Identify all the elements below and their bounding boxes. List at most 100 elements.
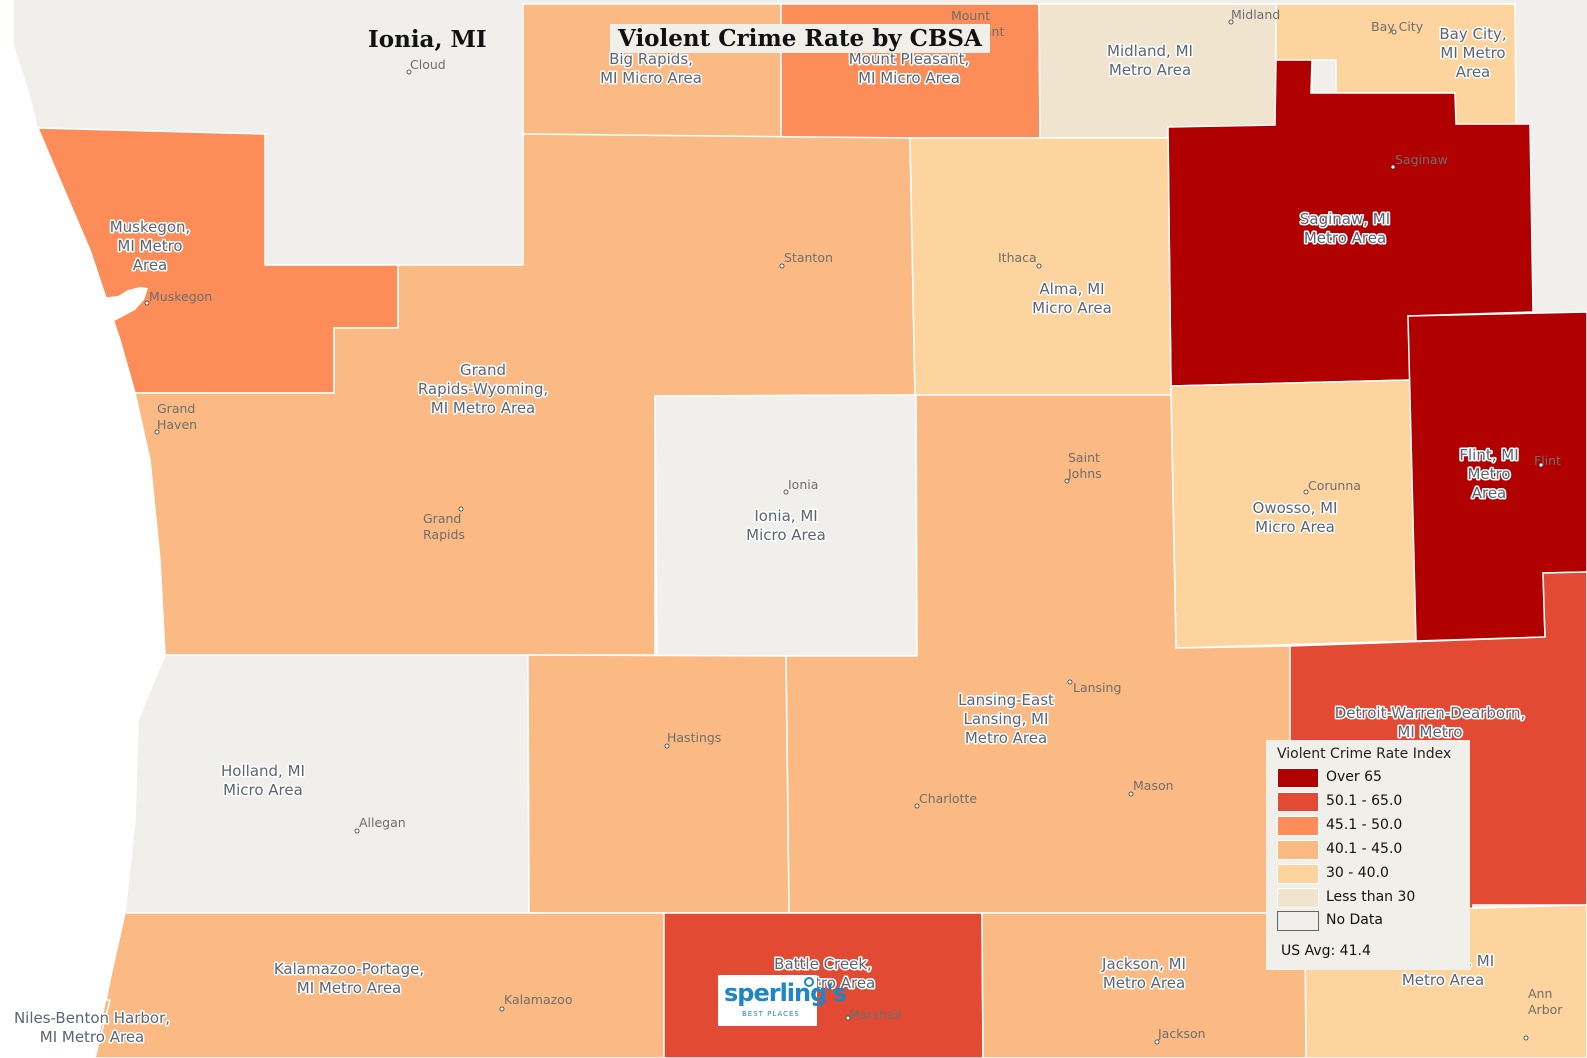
city-label: Hastings xyxy=(667,730,721,745)
city-marker[interactable]: Grand Rapids xyxy=(423,506,465,542)
legend-item-lt-30: Less than 30 xyxy=(1277,888,1467,910)
city-label: Stanton xyxy=(784,250,833,265)
city-label-line: Grand xyxy=(423,511,461,526)
legend-label: No Data xyxy=(1326,912,1383,928)
legend-item-30-40: 30 - 40.0 xyxy=(1277,864,1467,886)
city-label: Saginaw xyxy=(1395,152,1448,167)
city-marker[interactable]: Midland xyxy=(1228,7,1280,25)
city-marker[interactable]: Muskegon xyxy=(144,289,212,306)
legend-swatch xyxy=(1277,911,1319,931)
city-marker[interactable]: Ionia xyxy=(783,477,818,495)
area-label-line: MI Micro Area xyxy=(858,69,960,87)
city-label-line: Haven xyxy=(157,417,197,432)
city-label: Bay City xyxy=(1371,19,1424,34)
city-marker[interactable]: Bay City xyxy=(1371,19,1424,35)
city-marker[interactable]: Flint xyxy=(1534,453,1561,468)
city-label-line: Saginaw xyxy=(1395,152,1448,167)
city-marker[interactable]: Corunna xyxy=(1303,478,1361,495)
city-marker[interactable]: Grand Haven xyxy=(154,401,197,435)
city-label-line: Bay City xyxy=(1371,19,1424,34)
area-label-line: Metro Area xyxy=(1103,974,1185,992)
area-label-line: Area xyxy=(1456,63,1491,81)
city-label: Allegan xyxy=(359,815,406,830)
city-label-line: Mason xyxy=(1133,778,1174,793)
area-label-line: Lansing-East xyxy=(958,691,1054,709)
city-marker[interactable]: Saginaw xyxy=(1390,152,1448,170)
city-label: Flint xyxy=(1534,453,1561,468)
area-label-line: Bay City, xyxy=(1439,25,1506,43)
area-label: Alma, MI Micro Area xyxy=(1032,280,1112,317)
area-label-line: Holland, MI xyxy=(221,762,305,780)
area-label-line: Ionia, MI xyxy=(754,507,817,525)
us-average: US Avg: 41.4 xyxy=(1281,943,1371,959)
logo-tagline: BEST PLACES xyxy=(742,1010,800,1018)
area-label-line: Detroit-Warren-Dearborn, xyxy=(1335,704,1526,722)
legend-label: Less than 30 xyxy=(1326,889,1416,905)
area-label: Holland, MI Micro Area xyxy=(221,762,305,799)
city-label: Charlotte xyxy=(919,791,977,806)
area-label-line: MI Metro Area xyxy=(297,979,402,997)
city-dot-icon xyxy=(1067,679,1073,685)
city-dot-icon xyxy=(1036,263,1042,269)
city-label-line: Corunna xyxy=(1308,478,1361,493)
legend-label: 50.1 - 65.0 xyxy=(1326,793,1403,809)
region-grand-rapids-south[interactable] xyxy=(527,654,790,914)
map-title: Violent Crime Rate by CBSA xyxy=(610,24,990,53)
area-label: Owosso, MI Micro Area xyxy=(1253,499,1338,536)
legend-label: 40.1 - 45.0 xyxy=(1326,841,1403,857)
legend-item-50-65: 50.1 - 65.0 xyxy=(1277,792,1467,814)
legend-title: Violent Crime Rate Index xyxy=(1277,746,1452,762)
area-label-line: MI Metro xyxy=(1397,723,1462,741)
region-holland[interactable] xyxy=(124,654,530,914)
city-label-line: Hastings xyxy=(667,730,721,745)
city-label-line: Ithaca xyxy=(998,250,1037,265)
city-label-line: Cloud xyxy=(410,57,446,72)
city-dot-icon xyxy=(1523,1035,1529,1041)
city-label: Mason xyxy=(1133,778,1174,793)
city-label-line: Grand xyxy=(157,401,195,416)
area-label-line: MI Metro Area xyxy=(40,1028,145,1046)
city-marker[interactable]: Cloud xyxy=(406,57,446,75)
area-label-line: Kalamazoo-Portage, xyxy=(274,960,424,978)
city-label-line: Johns xyxy=(1067,466,1102,481)
legend-label: 30 - 40.0 xyxy=(1326,865,1389,881)
city-label: Lansing xyxy=(1073,680,1121,695)
city-marker[interactable]: Marshall xyxy=(845,1007,902,1022)
legend-item-40-45: 40.1 - 45.0 xyxy=(1277,840,1467,862)
area-label: Saginaw, MI Metro Area xyxy=(1300,210,1390,247)
area-label: Lansing-East Lansing, MI Metro Area xyxy=(958,691,1054,747)
city-label-line: Ann xyxy=(1528,986,1552,1001)
sperlings-logo[interactable]: sperling's BEST PLACES xyxy=(718,975,847,1026)
legend-label: 45.1 - 50.0 xyxy=(1326,817,1403,833)
area-label-line: Area xyxy=(1472,484,1507,502)
area-label-line: Owosso, MI xyxy=(1253,499,1338,517)
city-label: Grand Rapids xyxy=(423,511,465,542)
area-label-line: MI Metro xyxy=(1440,44,1505,62)
area-label-line: Saginaw, MI xyxy=(1300,210,1390,228)
legend-label: Over 65 xyxy=(1326,769,1382,785)
area-label-line: Metro Area xyxy=(1304,229,1386,247)
city-marker[interactable]: Saint Johns xyxy=(1064,450,1102,484)
area-label-line: Lansing, MI xyxy=(964,710,1049,728)
city-label-line: Jackson xyxy=(1157,1026,1206,1041)
legend-swatch xyxy=(1277,792,1319,812)
area-label-line: Area xyxy=(133,256,168,274)
legend-item-over-65: Over 65 xyxy=(1277,768,1467,790)
city-label-line: Lansing xyxy=(1073,680,1121,695)
city-label-line: Flint xyxy=(1534,453,1561,468)
city-label-line: Midland xyxy=(1231,7,1280,22)
city-label-line: Saint xyxy=(1068,450,1100,465)
legend-item-45-50: 45.1 - 50.0 xyxy=(1277,816,1467,838)
area-label-line: Micro Area xyxy=(223,781,303,799)
city-label-line: Marshall xyxy=(849,1007,902,1022)
area-label-line: Metro Area xyxy=(965,729,1047,747)
city-label-line: Charlotte xyxy=(919,791,977,806)
area-label-line: Muskegon, xyxy=(110,218,191,236)
city-marker[interactable]: Charlotte xyxy=(914,791,977,809)
area-label-line: Battle Creek, xyxy=(774,955,872,973)
area-label-line: Micro Area xyxy=(746,526,826,544)
legend-swatch xyxy=(1277,864,1319,884)
legend-swatch xyxy=(1277,840,1319,860)
area-label-line: Metro Area xyxy=(1109,61,1191,79)
city-marker[interactable]: Lansing xyxy=(1067,679,1121,695)
